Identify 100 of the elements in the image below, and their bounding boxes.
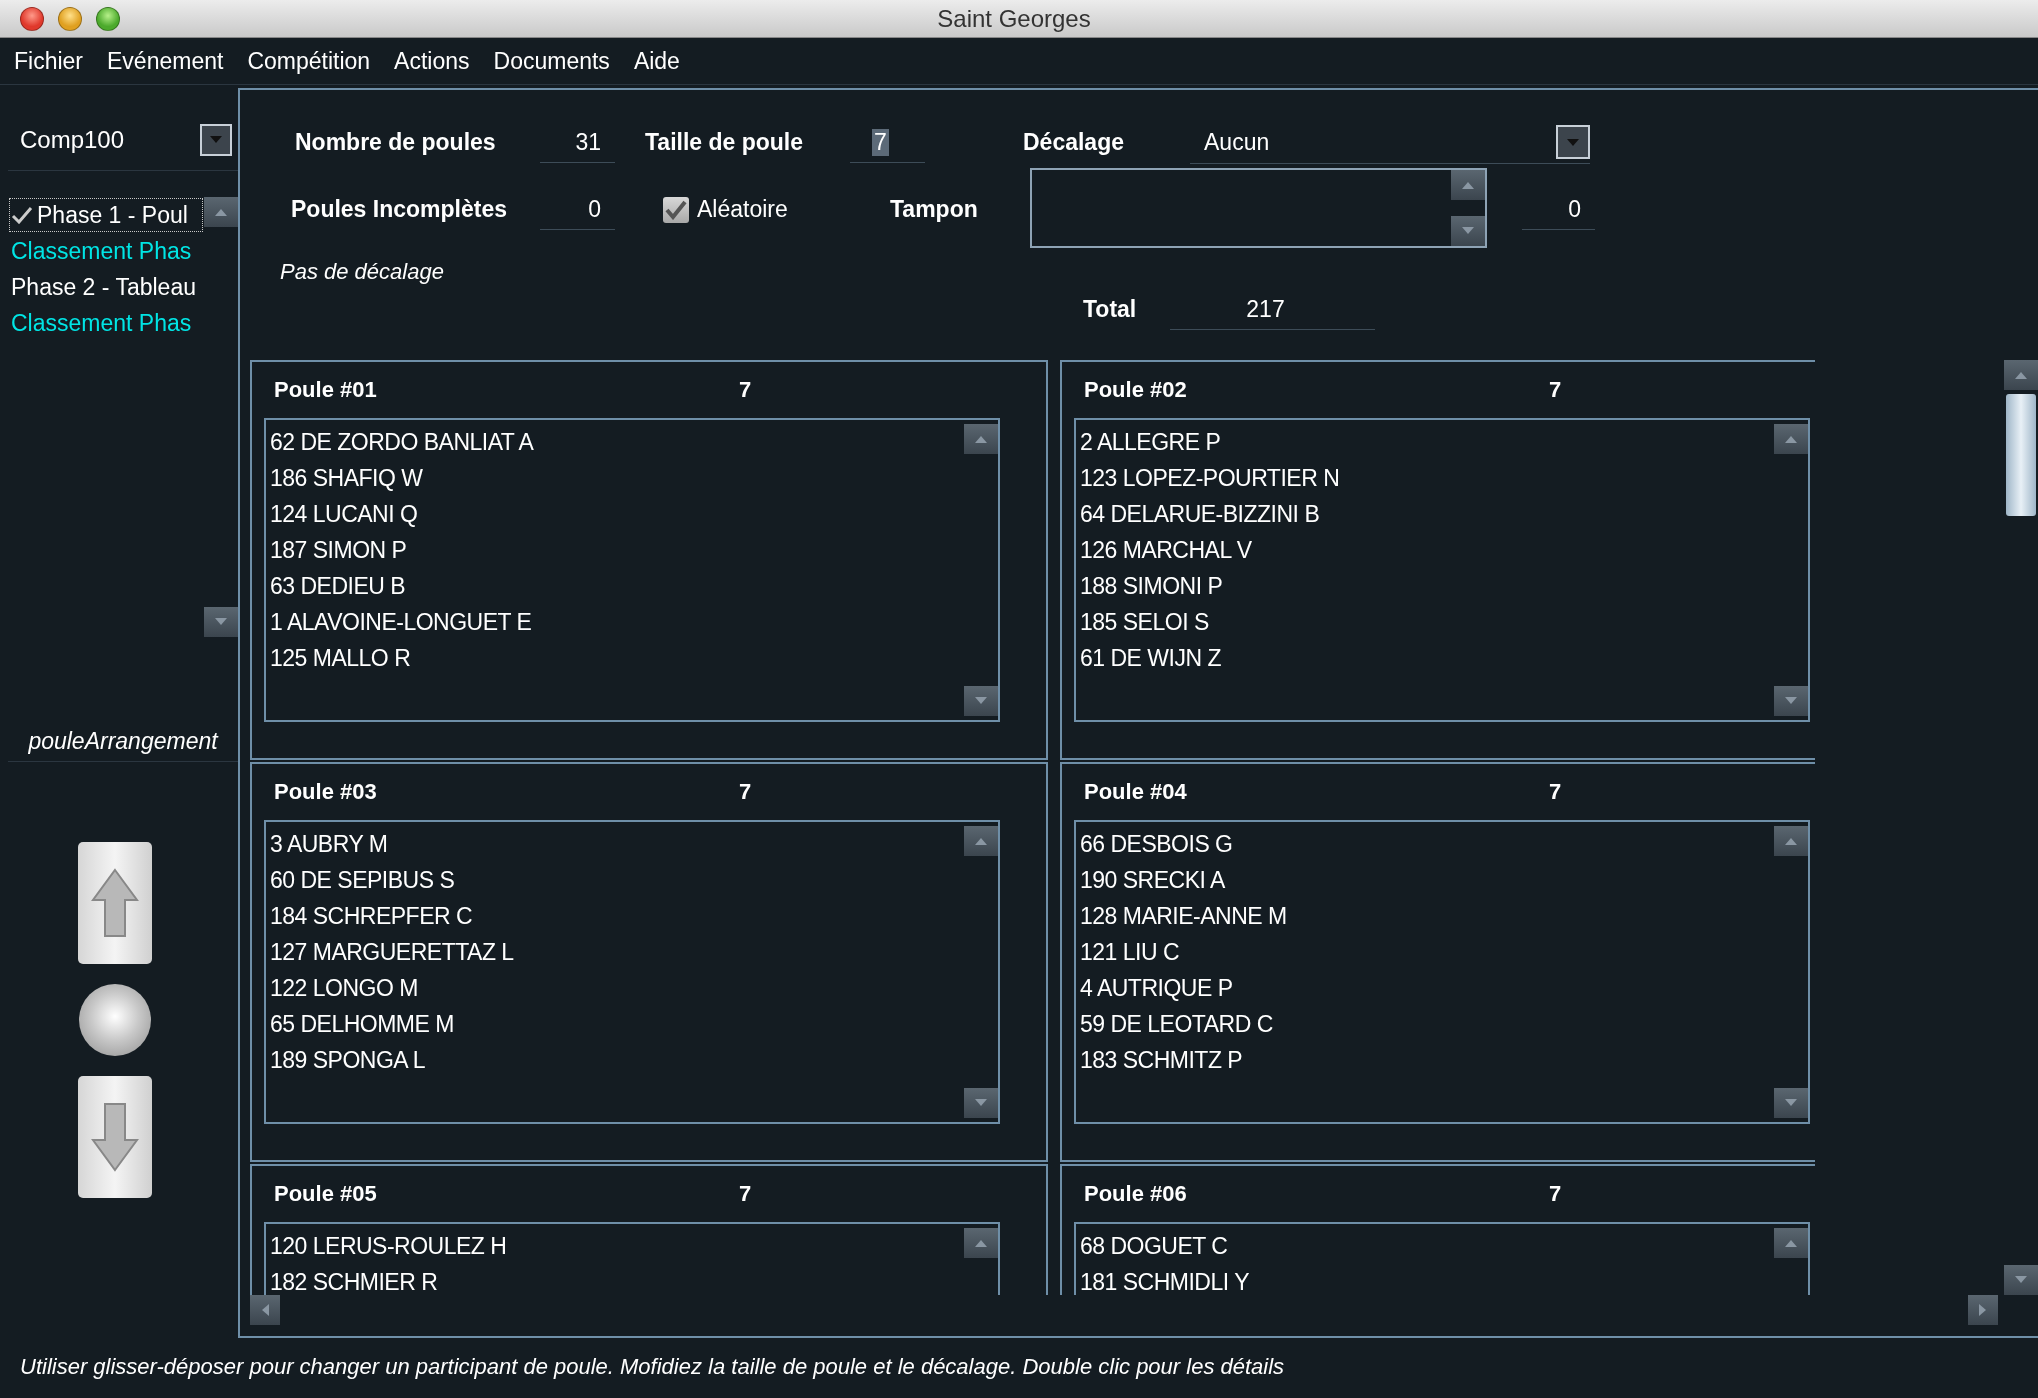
fencer-item[interactable]: 68 DOGUET C xyxy=(1076,1227,1774,1264)
fencer-item[interactable]: 188 SIMONI P xyxy=(1076,567,1774,604)
fencer-item[interactable]: 63 DEDIEU B xyxy=(266,567,964,604)
minimize-button[interactable] xyxy=(58,6,82,31)
triangle-down-icon xyxy=(1461,225,1475,236)
field-label: Taille de poule xyxy=(645,129,805,157)
fencer-item[interactable]: 127 MARGUERETTAZ L xyxy=(266,933,964,970)
check-icon xyxy=(11,205,33,224)
menu-item[interactable]: Aide xyxy=(633,43,680,79)
scroll-up-button[interactable] xyxy=(204,196,238,227)
incomplete-field[interactable]: 0 xyxy=(540,189,615,230)
fencer-item[interactable]: 66 DESBOIS G xyxy=(1076,825,1774,862)
fencer-item[interactable]: 61 DE WIJN Z xyxy=(1076,639,1774,676)
fencer-item[interactable]: 183 SCHMITZ P xyxy=(1076,1041,1774,1078)
scroll-down-button[interactable] xyxy=(1451,215,1485,246)
scroll-left-button[interactable] xyxy=(250,1294,280,1325)
phase-item[interactable]: Phase 1 - Poul xyxy=(8,196,204,233)
menu-item[interactable]: Fichier xyxy=(14,43,83,79)
offset-dropdown[interactable]: Aucun xyxy=(1190,121,1590,164)
fencer-item[interactable]: 64 DELARUE-BIZZINI B xyxy=(1076,495,1774,532)
fencer-item[interactable]: 126 MARCHAL V xyxy=(1076,531,1774,568)
offset-note: Pas de décalage xyxy=(280,258,444,286)
triangle-down-icon xyxy=(1784,695,1798,706)
scroll-up-button[interactable] xyxy=(964,423,998,454)
fencer-item[interactable]: 125 MALLO R xyxy=(266,639,964,676)
caret-icon xyxy=(209,135,223,145)
scroll-up-button[interactable] xyxy=(1774,423,1808,454)
scroll-down-button[interactable] xyxy=(964,1087,998,1118)
fencer-item[interactable]: 181 SCHMIDLI Y xyxy=(1076,1263,1774,1295)
poule-name: Poule #03 xyxy=(273,778,378,805)
move-up-button[interactable] xyxy=(78,841,152,964)
zoom-button[interactable] xyxy=(96,6,120,31)
fencer-item[interactable]: 3 AUBRY M xyxy=(266,825,964,862)
fencer-item[interactable]: 123 LOPEZ-POURTIER N xyxy=(1076,459,1774,496)
fencer-item[interactable]: 189 SPONGA L xyxy=(266,1041,964,1078)
fencer-item[interactable]: 65 DELHOMME M xyxy=(266,1005,964,1042)
close-button[interactable] xyxy=(20,6,44,31)
poule-name: Poule #05 xyxy=(273,1180,378,1207)
arrow-down-icon xyxy=(91,1101,139,1172)
fencer-item[interactable]: 59 DE LEOTARD C xyxy=(1076,1005,1774,1042)
poule-count: 7 xyxy=(1549,1180,1562,1207)
fencer-item[interactable]: 122 LONGO M xyxy=(266,969,964,1006)
fencer-item[interactable]: 187 SIMON P xyxy=(266,531,964,568)
fencer-item[interactable]: 128 MARIE-ANNE M xyxy=(1076,897,1774,934)
fencer-item[interactable]: 1 ALAVOINE-LONGUET E xyxy=(266,603,964,640)
scroll-down-button[interactable] xyxy=(964,685,998,716)
count-field[interactable]: 31 xyxy=(540,122,615,163)
scroll-down-button[interactable] xyxy=(2003,1264,2038,1295)
menu-item[interactable]: Evénement xyxy=(107,43,224,79)
phase-item[interactable]: Classement Phas xyxy=(8,304,204,341)
fencer-item[interactable]: 62 DE ZORDO BANLIAT A xyxy=(266,423,964,460)
poule-name: Poule #02 xyxy=(1083,376,1188,403)
scroll-up-button[interactable] xyxy=(964,1227,998,1258)
fencer-item[interactable]: 185 SELOI S xyxy=(1076,603,1774,640)
scroll-up-button[interactable] xyxy=(1451,169,1485,200)
fencer-item[interactable]: 121 LIU C xyxy=(1076,933,1774,970)
buffer-count-field[interactable]: 0 xyxy=(1522,189,1595,230)
menu-item[interactable]: Actions xyxy=(394,43,470,79)
window-title: Saint Georges xyxy=(936,4,1092,33)
section-label: pouleArrangement xyxy=(8,721,238,762)
fencer-item[interactable]: 186 SHAFIQ W xyxy=(266,459,964,496)
fencer-item[interactable]: 190 SRECKI A xyxy=(1076,861,1774,898)
scroll-up-button[interactable] xyxy=(964,825,998,856)
fencer-item[interactable]: 184 SCHREPFER C xyxy=(266,897,964,934)
check-icon xyxy=(665,199,687,220)
scrollbar-thumb[interactable] xyxy=(2005,393,2036,516)
fencer-item[interactable]: 60 DE SEPIBUS S xyxy=(266,861,964,898)
scroll-down-button[interactable] xyxy=(1774,685,1808,716)
scroll-down-button[interactable] xyxy=(1774,1087,1808,1118)
fencer-item[interactable]: 120 LERUS-ROULEZ H xyxy=(266,1227,964,1264)
poule-count: 7 xyxy=(1549,778,1562,805)
field-label: Poules Incomplètes xyxy=(291,196,508,224)
move-down-button[interactable] xyxy=(78,1075,152,1198)
poule-count: 7 xyxy=(739,778,752,805)
menu-item[interactable]: Documents xyxy=(493,43,610,79)
menu-item[interactable]: Compétition xyxy=(247,43,371,79)
fencer-item[interactable]: 4 AUTRIQUE P xyxy=(1076,969,1774,1006)
scroll-up-button[interactable] xyxy=(1774,1227,1808,1258)
scroll-up-button[interactable] xyxy=(1774,825,1808,856)
scroll-right-button[interactable] xyxy=(1968,1294,1998,1325)
competition-dropdown[interactable]: Comp100 xyxy=(8,109,238,171)
triangle-right-icon xyxy=(1978,1302,1988,1317)
phase-item[interactable]: Phase 2 - Tableau xyxy=(8,268,204,305)
field-label: Tampon xyxy=(890,196,979,224)
field-label: Total xyxy=(1083,296,1138,324)
random-checkbox[interactable]: Aléatoire xyxy=(663,196,890,224)
fencer-item[interactable]: 124 LUCANI Q xyxy=(266,495,964,532)
fencer-item[interactable]: 2 ALLEGRE P xyxy=(1076,423,1774,460)
phase-item[interactable]: Classement Phas xyxy=(8,232,204,269)
triangle-down-icon xyxy=(974,695,988,706)
fencer-item[interactable]: 182 SCHMIER R xyxy=(266,1263,964,1295)
total-field: 217 xyxy=(1170,289,1375,330)
caret-icon xyxy=(1566,137,1580,147)
buffer-field[interactable] xyxy=(1030,167,1487,248)
scroll-down-button[interactable] xyxy=(204,606,238,637)
field-label: Nombre de poules xyxy=(295,129,497,157)
poule-count: 7 xyxy=(739,1180,752,1207)
size-field[interactable]: 7 xyxy=(850,122,925,163)
scroll-up-button[interactable] xyxy=(2003,359,2038,390)
poule-count: 7 xyxy=(1549,376,1562,403)
